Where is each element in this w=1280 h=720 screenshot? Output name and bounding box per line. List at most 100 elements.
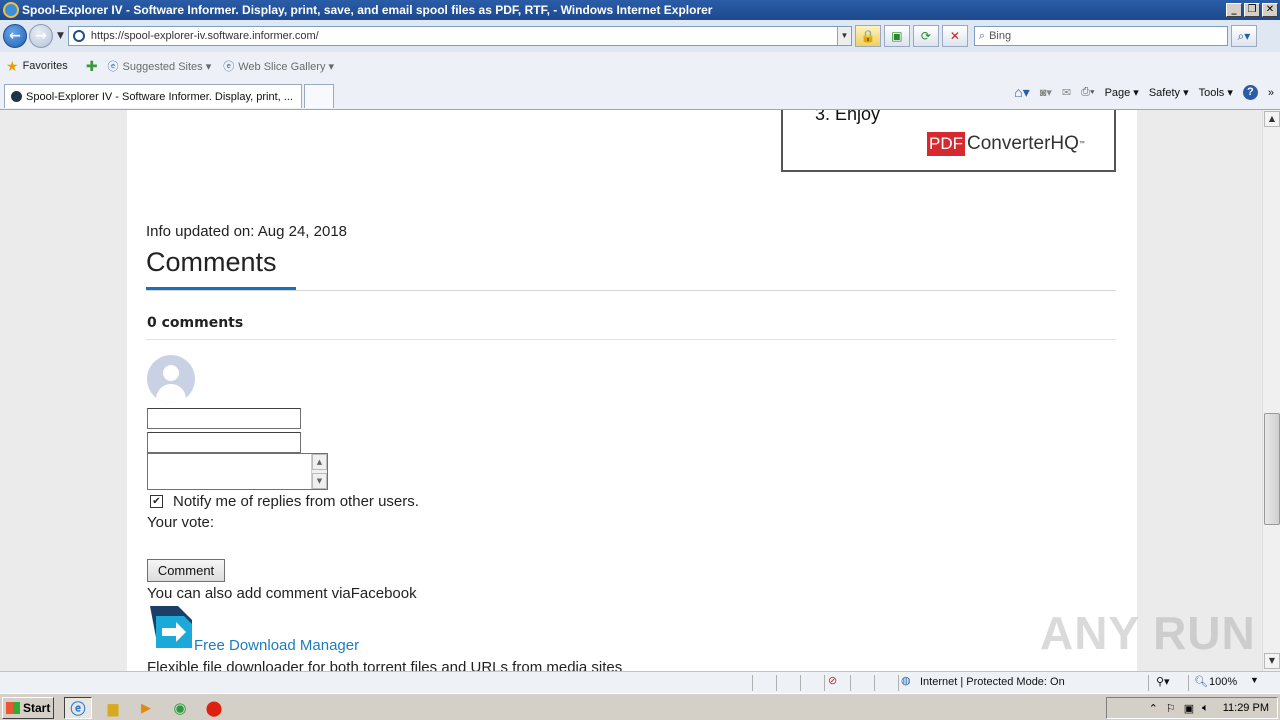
- restore-button[interactable]: ❐: [1244, 3, 1260, 17]
- start-label: Start: [23, 701, 51, 715]
- volume-icon[interactable]: 🔈︎: [1202, 702, 1209, 715]
- web-slice-icon: ⓔ: [223, 61, 235, 73]
- ie-page-icon: ⓔ: [107, 61, 119, 73]
- windows-flag-icon: [6, 702, 20, 714]
- stop-icon[interactable]: ✕: [941, 25, 968, 47]
- info-updated: Info updated on: Aug 24, 2018: [146, 223, 348, 240]
- site-globe-icon: [72, 30, 85, 42]
- safety-menu[interactable]: Safety ▾: [1149, 86, 1189, 99]
- security-zone-text: Internet | Protected Mode: On: [920, 676, 1065, 688]
- tools-menu[interactable]: Tools ▾: [1199, 86, 1233, 99]
- home-icon[interactable]: ⌂▾: [1014, 84, 1029, 101]
- minimize-button[interactable]: _: [1226, 3, 1242, 17]
- print-icon[interactable]: ⎙▾: [1081, 86, 1094, 99]
- scroll-down-icon[interactable]: ▼: [312, 473, 327, 489]
- divider: [146, 290, 1116, 291]
- new-tab-button[interactable]: [304, 84, 334, 108]
- comment-button[interactable]: Comment: [147, 559, 225, 582]
- compatibility-view-icon[interactable]: ▣: [883, 25, 910, 47]
- action-center-flag-icon[interactable]: ⚐: [1166, 702, 1176, 715]
- chevron-more-icon[interactable]: »: [1268, 87, 1274, 99]
- page-content: 3. Enjoy PDF ConverterHQ ™ Info updated …: [127, 110, 1137, 671]
- notify-option[interactable]: ✔ Notify me of replies from other users.: [147, 493, 419, 510]
- comments-heading: Comments: [146, 247, 277, 277]
- lock-icon[interactable]: 🔒: [854, 25, 881, 47]
- ad-step-text: 3. Enjoy: [815, 110, 881, 124]
- window-titlebar: Spool-Explorer IV - Software Informer. D…: [0, 0, 1280, 20]
- web-slice-gallery-label: Web Slice Gallery ▾: [238, 60, 335, 73]
- suggested-sites-link[interactable]: ⓔ Suggested Sites ▾: [108, 58, 212, 74]
- status-bar: ⊘ ◍ Internet | Protected Mode: On ⚲▾ 🔍︎ …: [0, 671, 1280, 693]
- taskbar-internet-explorer[interactable]: ⓔ: [64, 697, 92, 719]
- popup-blocked-icon[interactable]: ⊘: [828, 674, 837, 687]
- start-button[interactable]: Start: [2, 697, 54, 719]
- tab-spool-explorer[interactable]: Spool-Explorer IV - Software Informer. D…: [4, 84, 302, 108]
- internet-explorer-icon: [3, 2, 19, 18]
- pdf-converter-logo: PDF ConverterHQ ™: [927, 132, 1085, 156]
- your-vote-label: Your vote:: [147, 514, 214, 531]
- scrollbar-thumb[interactable]: [1264, 413, 1280, 525]
- clock[interactable]: 11:29 PM: [1223, 702, 1269, 714]
- url-input[interactable]: https://spool-explorer-iv.software.infor…: [67, 26, 852, 46]
- taskbar-opera[interactable]: ⬤: [200, 697, 228, 719]
- command-bar: ⌂▾ ◙▾ ✉ ⎙▾ Page ▾ Safety ▾ Tools ▾ ? »: [1014, 84, 1274, 101]
- logo-trademark: ™: [1078, 141, 1085, 147]
- notify-checkbox[interactable]: ✔: [150, 495, 163, 508]
- page-viewport: 3. Enjoy PDF ConverterHQ ™ Info updated …: [0, 110, 1262, 671]
- protected-mode-icon[interactable]: ⚲▾: [1156, 675, 1170, 688]
- name-field[interactable]: [147, 408, 301, 429]
- search-input[interactable]: ⌕ Bing: [973, 26, 1228, 46]
- ie-taskbar-icon: ⓔ: [70, 700, 86, 718]
- search-provider-icon: ⌕: [978, 29, 986, 42]
- feeds-icon[interactable]: ◙▾: [1040, 86, 1052, 99]
- logo-text: ConverterHQ: [967, 133, 1079, 154]
- add-to-favorites-icon[interactable]: ✚: [86, 58, 102, 75]
- zoom-level[interactable]: 100%: [1209, 676, 1237, 688]
- free-download-manager-link[interactable]: Free Download Manager: [194, 637, 359, 654]
- close-window-button[interactable]: ✕: [1262, 3, 1278, 17]
- favorites-bar: ★ Favorites ✚ ⓔ Suggested Sites ▾ ⓔ Web …: [0, 52, 1280, 80]
- zoom-dropdown-icon[interactable]: ▼: [1250, 675, 1259, 685]
- facebook-comment-line: You can also add comment viaFacebook: [147, 585, 417, 602]
- page-menu[interactable]: Page ▾: [1105, 86, 1139, 99]
- scroll-up-arrow-icon[interactable]: ▲: [1264, 111, 1280, 127]
- media-player-icon: ▶: [141, 700, 151, 715]
- address-bar: ← → ▼ https://spool-explorer-iv.software…: [0, 20, 1280, 52]
- tray-expand-icon[interactable]: ⌃: [1149, 702, 1158, 715]
- refresh-icon[interactable]: ⟳: [912, 25, 939, 47]
- web-slice-gallery-link[interactable]: ⓔ Web Slice Gallery ▾: [223, 58, 334, 74]
- taskbar-media-player[interactable]: ▶: [132, 697, 160, 719]
- network-icon[interactable]: ▣: [1184, 702, 1194, 715]
- system-tray: ⌃ ⚐ ▣ 🔈︎ 11:29 PM: [1106, 697, 1278, 719]
- zoom-icon: 🔍︎: [1194, 676, 1208, 688]
- favorites-button[interactable]: ★ Favorites: [6, 58, 68, 75]
- url-dropdown-icon[interactable]: ▼: [836, 27, 851, 45]
- read-mail-icon[interactable]: ✉: [1062, 86, 1071, 99]
- internet-zone-globe-icon: ◍: [901, 675, 911, 687]
- back-button[interactable]: ←: [3, 24, 27, 48]
- url-text: https://spool-explorer-iv.software.infor…: [90, 30, 319, 42]
- chrome-icon: ◉: [173, 700, 187, 717]
- logo-pdf-box: PDF: [927, 132, 965, 156]
- pdf-converter-ad[interactable]: 3. Enjoy PDF ConverterHQ ™: [781, 110, 1116, 172]
- recent-pages-dropdown-icon[interactable]: ▼: [57, 31, 64, 41]
- favorites-star-icon: ★: [6, 57, 19, 74]
- favorites-label: Favorites: [22, 60, 68, 72]
- scroll-up-icon[interactable]: ▲: [312, 454, 327, 470]
- taskbar-explorer[interactable]: ▆: [99, 697, 127, 719]
- folder-icon: ▆: [107, 699, 119, 716]
- forward-button[interactable]: →: [29, 24, 53, 48]
- free-download-manager-description: Flexible file downloader for both torren…: [147, 659, 623, 671]
- tab-label: Spool-Explorer IV - Software Informer. D…: [26, 90, 293, 103]
- scroll-down-arrow-icon[interactable]: ▼: [1264, 653, 1280, 669]
- page-scrollbar[interactable]: ▲ ▼: [1262, 110, 1280, 671]
- notify-label: Notify me of replies from other users.: [173, 493, 419, 510]
- search-button-icon[interactable]: ⌕▾: [1230, 25, 1257, 47]
- taskbar-chrome[interactable]: ◉: [166, 697, 194, 719]
- email-field[interactable]: [147, 432, 301, 453]
- help-icon[interactable]: ?: [1242, 85, 1258, 100]
- comment-textarea[interactable]: ▲ ▼: [147, 453, 328, 490]
- textarea-scrollbar[interactable]: ▲ ▼: [311, 454, 327, 489]
- stop-sign-icon: ⬤: [205, 700, 223, 717]
- free-download-manager-icon[interactable]: [148, 604, 194, 650]
